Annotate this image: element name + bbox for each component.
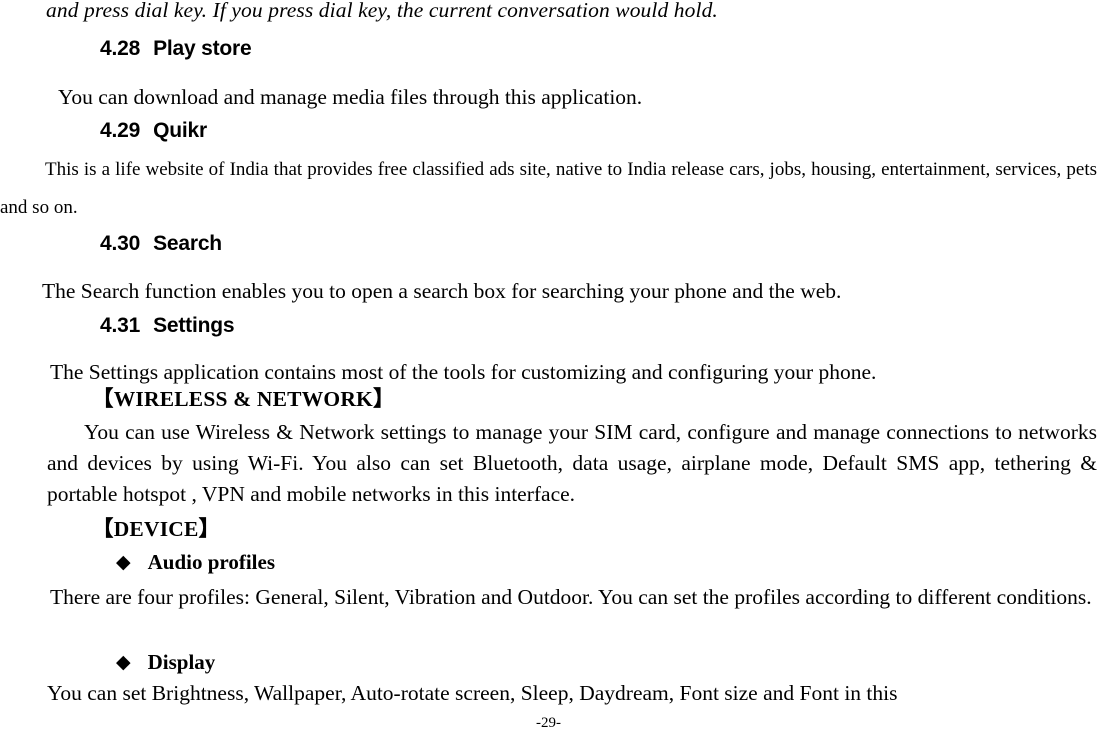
section-heading-4-31: 4.31 Settings — [100, 313, 700, 339]
bullet-label-audio-profiles: Audio profiles — [147, 550, 276, 574]
section-title-4-28: Play store — [153, 37, 252, 60]
bullet-item-audio-profiles: ◆ Audio profiles — [116, 549, 816, 576]
continuation-paragraph: and press dial key. If you press dial ke… — [46, 0, 718, 22]
bullet-item-display: ◆ Display — [116, 649, 816, 676]
section-heading-4-29: 4.29 Quikr — [100, 118, 700, 144]
page-number: -29- — [536, 715, 561, 731]
section-title-4-29: Quikr — [153, 119, 207, 142]
section-number-4-29: 4.29 — [100, 119, 141, 142]
subsection-heading-device: 【DEVICE】 — [92, 517, 221, 541]
section-title-4-31: Settings — [153, 314, 235, 337]
section-body-4-28: You can download and manage media files … — [58, 85, 643, 109]
subsection-heading-wireless-network: 【WIRELESS & NETWORK】 — [92, 387, 395, 411]
section-body-4-30: The Search function enables you to open … — [42, 279, 842, 303]
section-heading-4-30: 4.30 Search — [100, 231, 700, 257]
document-page: and press dial key. If you press dial ke… — [0, 0, 1097, 735]
bullet-body-display: You can set Brightness, Wallpaper, Auto-… — [47, 681, 898, 705]
section-heading-4-28: 4.28 Play store — [100, 36, 700, 62]
diamond-bullet-icon: ◆ — [116, 552, 131, 573]
bullet-body-audio-profiles: There are four profiles: General, Silent… — [50, 585, 1092, 609]
diamond-bullet-icon: ◆ — [116, 652, 131, 673]
section-title-4-30: Search — [153, 232, 222, 255]
section-body-4-29: This is a life website of India that pro… — [0, 159, 1097, 218]
subsection-body-wireless-network: You can use Wireless & Network settings … — [47, 420, 1097, 506]
section-number-4-28: 4.28 — [100, 37, 141, 60]
bullet-label-display: Display — [147, 650, 216, 674]
section-number-4-30: 4.30 — [100, 232, 141, 255]
section-number-4-31: 4.31 — [100, 314, 141, 337]
